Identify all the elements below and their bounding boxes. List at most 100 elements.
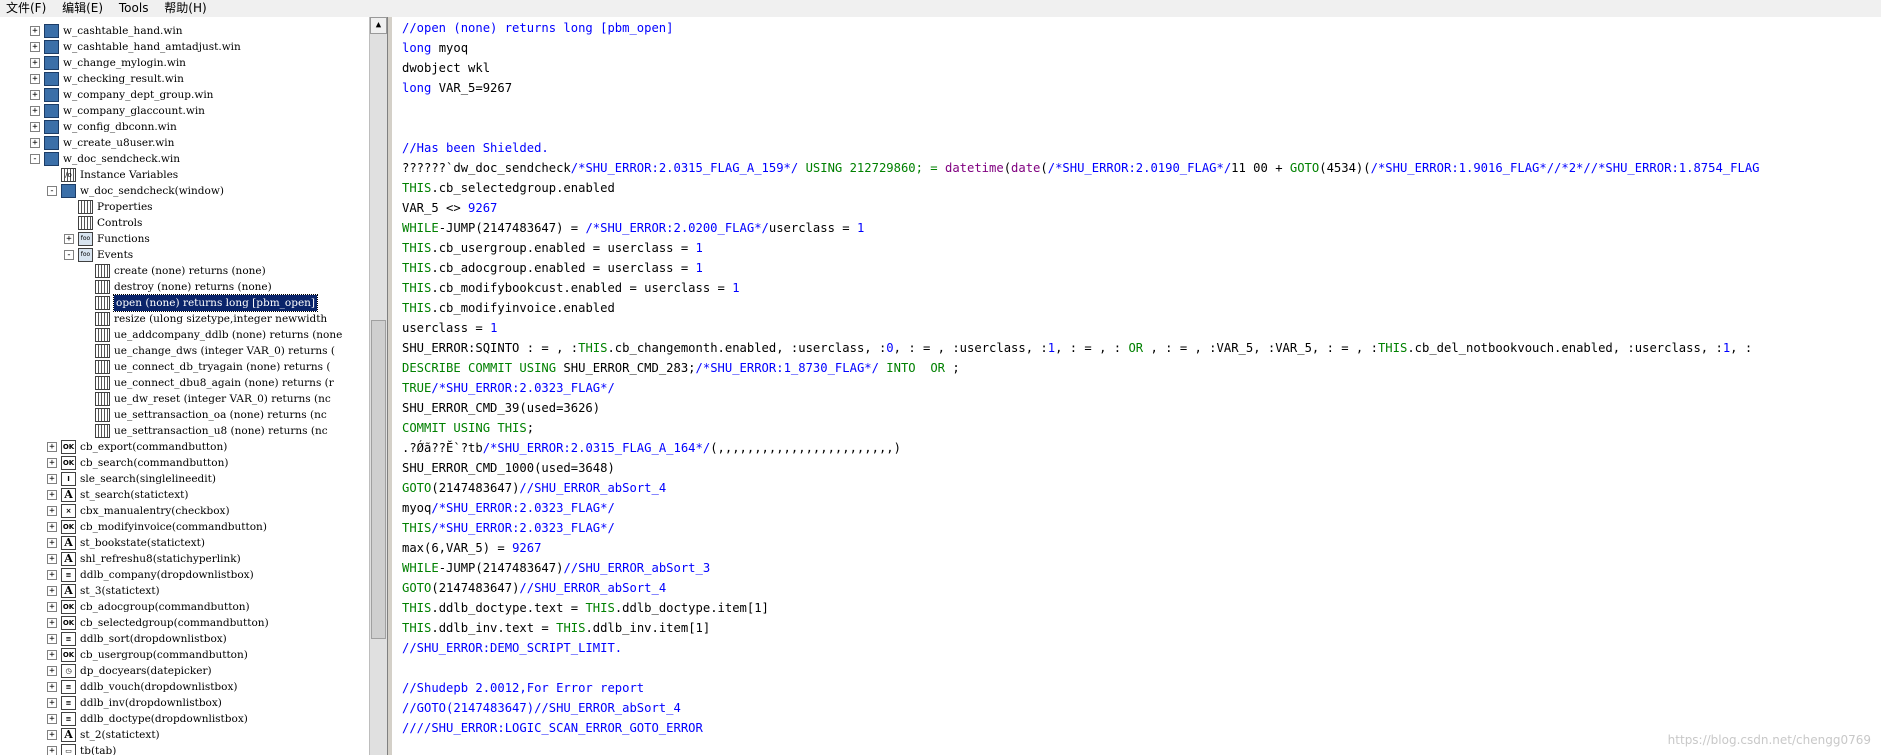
expand-icon[interactable]: + [47, 746, 57, 755]
code-line[interactable]: COMMIT USING THIS; [402, 418, 534, 438]
code-line[interactable]: ??????`dw_doc_sendcheck/*SHU_ERROR:2.031… [402, 158, 1760, 178]
code-line[interactable]: THIS.ddlb_doctype.text = THIS.ddlb_docty… [402, 598, 769, 618]
code-line[interactable]: DESCRIBE COMMIT USING SHU_ERROR_CMD_283;… [402, 358, 960, 378]
tree-node-label[interactable]: dp_docyears(datepicker) [80, 663, 212, 679]
tree-node[interactable]: + ≡ ddlb_inv(dropdownlistbox) [0, 695, 369, 711]
tree-node[interactable]: + w_company_glaccount.win [0, 103, 369, 119]
code-line[interactable]: TRUE/*SHU_ERROR:2.0323_FLAG*/ [402, 378, 615, 398]
code-line[interactable]: THIS.cb_adocgroup.enabled = userclass = … [402, 258, 703, 278]
expand-icon[interactable]: + [47, 730, 57, 740]
expand-icon[interactable]: + [47, 554, 57, 564]
code-line[interactable]: SHU_ERROR_CMD_1000(used=3648) [402, 458, 615, 478]
tree-node-label[interactable]: st_bookstate(statictext) [80, 535, 205, 551]
tree-node-label[interactable]: w_create_u8user.win [63, 135, 174, 151]
tree-node[interactable]: + Ast_3(statictext) [0, 583, 369, 599]
tree-node-label[interactable]: ue_addcompany_ddlb (none) returns (none [114, 327, 342, 343]
tree-node-label-selected[interactable]: open (none) returns long [pbm_open] [112, 294, 319, 312]
tree-node[interactable]: + Isle_search(singlelineedit) [0, 471, 369, 487]
expand-icon[interactable]: + [47, 682, 57, 692]
tree-node-label[interactable]: cb_usergroup(commandbutton) [80, 647, 248, 663]
script-editor[interactable]: //open (none) returns long [pbm_open] lon… [392, 17, 1881, 755]
scrollbar-thumb[interactable] [371, 320, 386, 639]
code-line[interactable]: WHILE-JUMP(2147483647)//SHU_ERROR_abSort… [402, 558, 710, 578]
tree-node[interactable]: ue_addcompany_ddlb (none) returns (none [0, 327, 369, 343]
tree-node[interactable]: - w_doc_sendcheck(window) [0, 183, 369, 199]
tree-node-label[interactable]: ddlb_vouch(dropdownlistbox) [80, 679, 238, 695]
code-line[interactable]: THIS.cb_selectedgroup.enabled [402, 178, 615, 198]
tree-node[interactable]: + OK cb_modifyinvoice(commandbutton) [0, 519, 369, 535]
expand-icon[interactable]: + [47, 634, 57, 644]
code-line[interactable]: //Has been Shielded. [402, 138, 549, 158]
expand-icon[interactable]: + [47, 522, 57, 532]
tree-node[interactable]: + w_cashtable_hand.win [0, 23, 369, 39]
tree-node-label[interactable]: ue_settransaction_u8 (none) returns (nc [114, 423, 328, 439]
tree-node[interactable]: Controls [0, 215, 369, 231]
code-line[interactable]: SHU_ERROR_CMD_39(used=3626) [402, 398, 600, 418]
tree-node-label[interactable]: cb_adocgroup(commandbutton) [80, 599, 250, 615]
tree-node-label[interactable]: w_doc_sendcheck.win [63, 151, 180, 167]
code-line[interactable]: SHU_ERROR:SQINTO : = , :THIS.cb_changemo… [402, 338, 1752, 358]
menu-file[interactable]: 文件(F) [0, 0, 52, 17]
expand-icon[interactable]: + [47, 586, 57, 596]
tree-node[interactable]: resize (ulong sizetype,integer newwidth [0, 311, 369, 327]
tree-node-label[interactable]: Controls [97, 215, 142, 231]
expand-icon[interactable]: + [30, 42, 40, 52]
tree-node-label[interactable]: st_3(statictext) [80, 583, 160, 599]
tree-node-label[interactable]: cb_modifyinvoice(commandbutton) [80, 519, 267, 535]
code-line[interactable]: .?Ǿã??Ĕ`?tb/*SHU_ERROR:2.0315_FLAG_A_164… [402, 438, 901, 458]
code-line[interactable]: long myoq [402, 38, 468, 58]
expand-icon[interactable]: + [47, 602, 57, 612]
tree-node[interactable]: - w_doc_sendcheck.win [0, 151, 369, 167]
code-line[interactable]: THIS/*SHU_ERROR:2.0323_FLAG*/ [402, 518, 615, 538]
code-line[interactable]: THIS.cb_modifyinvoice.enabled [402, 298, 615, 318]
expand-icon[interactable]: + [47, 698, 57, 708]
collapse-icon[interactable]: - [47, 186, 57, 196]
tree-node[interactable]: + ◷ dp_docyears(datepicker) [0, 663, 369, 679]
expand-icon[interactable]: + [47, 666, 57, 676]
tree-node[interactable]: - foo Events [0, 247, 369, 263]
tree-node-label[interactable]: w_doc_sendcheck(window) [80, 183, 224, 199]
expand-icon[interactable]: + [47, 474, 57, 484]
tree-node-label[interactable]: w_checking_result.win [63, 71, 184, 87]
tree-node[interactable]: ue_connect_db_tryagain (none) returns ( [0, 359, 369, 375]
tree-node[interactable]: + Ast_bookstate(statictext) [0, 535, 369, 551]
menu-tools[interactable]: Tools [113, 0, 155, 17]
expand-icon[interactable]: + [47, 538, 57, 548]
expand-icon[interactable]: + [47, 570, 57, 580]
collapse-icon[interactable]: - [30, 154, 40, 164]
tree-node-label[interactable]: ue_connect_dbu8_again (none) returns (r [114, 375, 334, 391]
tree-node[interactable]: ue_settransaction_oa (none) returns (nc [0, 407, 369, 423]
code-line[interactable]: //SHU_ERROR:DEMO_SCRIPT_LIMIT. [402, 638, 622, 658]
tree-scrollbar[interactable]: ▲ [369, 17, 387, 755]
tree-node[interactable]: ue_settransaction_u8 (none) returns (nc [0, 423, 369, 439]
tree-node-label[interactable]: Functions [97, 231, 150, 247]
tree-node-label[interactable]: cb_selectedgroup(commandbutton) [80, 615, 269, 631]
code-line[interactable]: //GOTO(2147483647)//SHU_ERROR_abSort_4 [402, 698, 681, 718]
expand-icon[interactable]: + [47, 490, 57, 500]
tree-node-label[interactable]: ddlb_sort(dropdownlistbox) [80, 631, 227, 647]
tree-node[interactable]: + w_checking_result.win [0, 71, 369, 87]
code-line[interactable]: VAR_5 <> 9267 [402, 198, 497, 218]
tree-node[interactable]: + OK cb_export(commandbutton) [0, 439, 369, 455]
tree-node[interactable]: + w_company_dept_group.win [0, 87, 369, 103]
code-line[interactable]: THIS.cb_modifybookcust.enabled = usercla… [402, 278, 740, 298]
menu-edit[interactable]: 编辑(E) [56, 0, 109, 17]
tree-node[interactable]: + ≡ ddlb_doctype(dropdownlistbox) [0, 711, 369, 727]
expand-icon[interactable]: + [47, 714, 57, 724]
tree-node[interactable]: ue_change_dws (integer VAR_0) returns ( [0, 343, 369, 359]
tree-node-label[interactable]: ue_change_dws (integer VAR_0) returns ( [114, 343, 335, 359]
expand-icon[interactable]: + [30, 58, 40, 68]
tree-node-label[interactable]: ddlb_company(dropdownlistbox) [80, 567, 254, 583]
code-line[interactable]: //Shudepb 2.0012,For Error report [402, 678, 644, 698]
tree-node-label[interactable]: ddlb_doctype(dropdownlistbox) [80, 711, 248, 727]
code-line[interactable]: THIS.ddlb_inv.text = THIS.ddlb_inv.item[… [402, 618, 710, 638]
tree-node[interactable]: Properties [0, 199, 369, 215]
tree-node[interactable]: + ▭ tb(tab) [0, 743, 369, 755]
code-line[interactable]: THIS.cb_usergroup.enabled = userclass = … [402, 238, 703, 258]
tree-node-label[interactable]: ddlb_inv(dropdownlistbox) [80, 695, 222, 711]
tree-node[interactable]: + w_config_dbconn.win [0, 119, 369, 135]
tree-node[interactable]: destroy (none) returns (none) [0, 279, 369, 295]
tree-node-label[interactable]: w_cashtable_hand_amtadjust.win [63, 39, 241, 55]
tree-node[interactable]: + w_create_u8user.win [0, 135, 369, 151]
tree-node[interactable]: + Ast_search(statictext) [0, 487, 369, 503]
